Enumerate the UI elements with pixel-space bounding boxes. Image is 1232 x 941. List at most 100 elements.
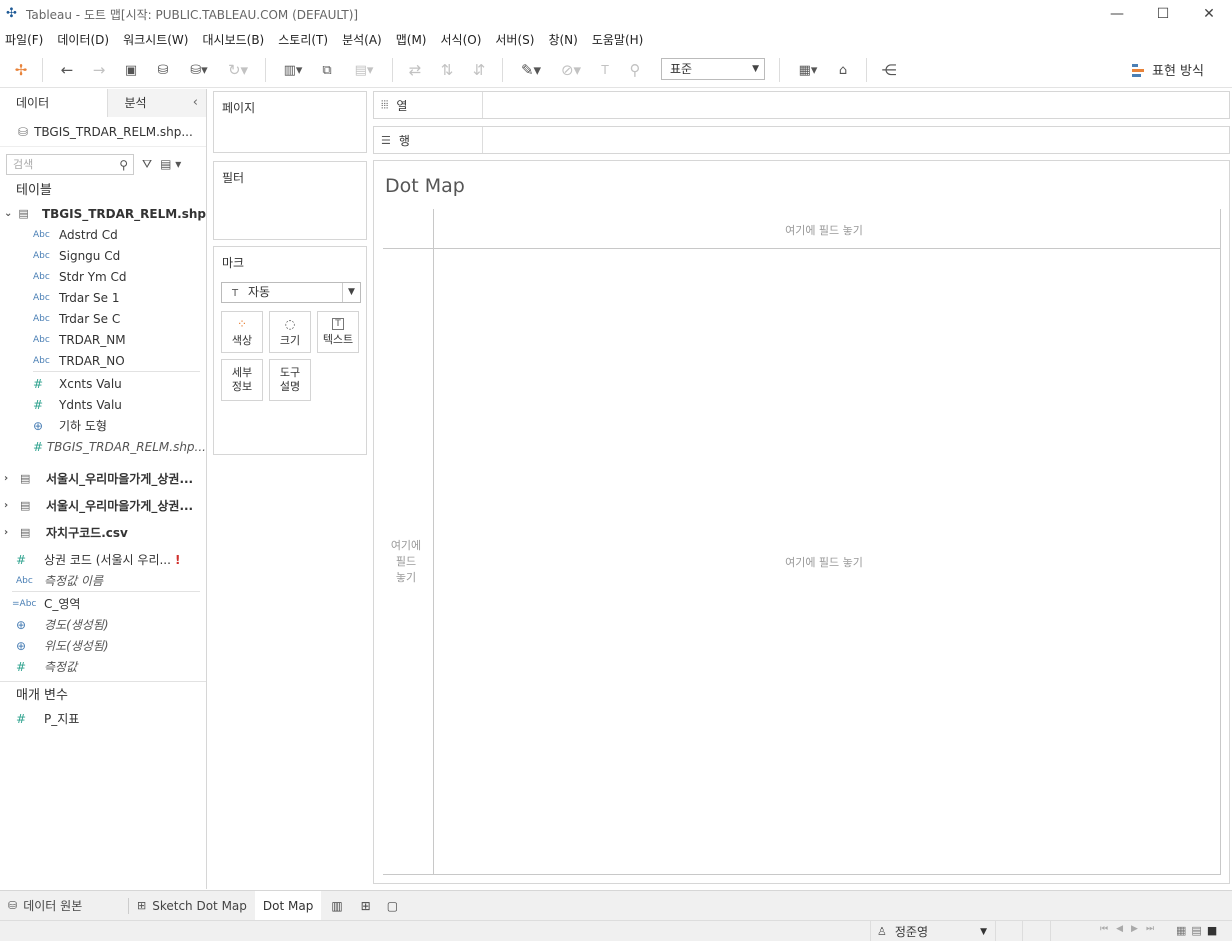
drop-zone-columns[interactable]: 여기에 필드 놓기 — [734, 222, 914, 238]
label-icon[interactable]: T — [594, 59, 616, 81]
size-button[interactable]: ◌ 크기 — [269, 311, 311, 353]
columns-shelf[interactable]: ⦙⦙⦙ 열 — [373, 91, 1230, 119]
tabs-view-icon[interactable]: ■ — [1207, 924, 1217, 937]
menu-help[interactable]: 도움말(H) — [587, 31, 653, 48]
table-main[interactable]: ⌄ ▤ TBGIS_TRDAR_RELM.shp — [0, 203, 206, 224]
tooltip-button[interactable]: 도구 설명 — [269, 359, 311, 401]
close-button[interactable]: ✕ — [1186, 0, 1232, 28]
field-item[interactable]: Abc 측정값 이름 — [0, 570, 206, 591]
pause-updates-icon[interactable]: ⛁▾ — [184, 59, 214, 81]
clear-sheet-icon[interactable]: ▤▾ — [346, 59, 382, 81]
chevron-right-icon[interactable]: › — [4, 527, 14, 538]
pages-card[interactable]: 페이지 — [213, 91, 367, 153]
menu-format[interactable]: 서식(O) — [436, 31, 491, 48]
highlight-icon[interactable]: ✎▾ — [514, 59, 548, 81]
grid-view-icon[interactable]: ▦ — [1176, 924, 1186, 937]
string-icon: Abc — [33, 271, 50, 282]
save-icon[interactable]: ▣ — [120, 59, 142, 81]
field-item[interactable]: Abc TRDAR_NM — [0, 329, 206, 350]
field-item[interactable]: Abc Trdar Se 1 — [0, 287, 206, 308]
field-item[interactable]: Abc Trdar Se C — [0, 308, 206, 329]
undo-icon[interactable]: ← — [56, 59, 78, 81]
table-item[interactable]: › ▤ 자치구코드.csv — [0, 519, 206, 546]
field-item[interactable]: # Xcnts Valu — [0, 373, 206, 394]
presentation-icon[interactable]: ⌂ — [832, 59, 854, 81]
filters-card[interactable]: 필터 — [213, 161, 367, 240]
pin-icon[interactable]: ⚲ — [624, 59, 646, 81]
menu-window[interactable]: 창(N) — [543, 31, 586, 48]
tab-analysis[interactable]: 분석 — [108, 89, 206, 117]
mark-type-select[interactable]: T 자동 ▼ — [221, 282, 361, 303]
chevron-right-icon[interactable]: › — [4, 473, 14, 484]
field-item[interactable]: Abc Stdr Ym Cd — [0, 266, 206, 287]
detail-button[interactable]: 세부 정보 — [221, 359, 263, 401]
tab-data[interactable]: 데이터 — [0, 89, 109, 117]
refresh-icon[interactable]: ↻▾ — [222, 59, 254, 81]
drop-zone-canvas[interactable]: 여기에 필드 놓기 — [734, 554, 914, 570]
swap-icon[interactable]: ⇄ — [404, 59, 426, 81]
prev-sheet-icon[interactable]: ◀ — [1116, 924, 1123, 934]
field-item[interactable]: # TBGIS_TRDAR_RELM.shp... — [0, 436, 206, 457]
last-sheet-icon[interactable]: ⏭ — [1146, 924, 1154, 934]
show-me-button[interactable]: 표현 방식 — [1132, 60, 1204, 79]
field-item[interactable]: Abc Signgu Cd — [0, 245, 206, 266]
menu-story[interactable]: 스토리(T) — [273, 31, 337, 48]
field-item[interactable]: ⊕ 위도(생성됨) — [0, 635, 206, 656]
group-icon[interactable]: ⊘▾ — [554, 59, 588, 81]
fit-select[interactable]: 표준 ▼ — [661, 58, 765, 80]
view-options-icon[interactable]: ▤ ▾ — [160, 157, 181, 171]
filmstrip-view-icon[interactable]: ▤ — [1191, 924, 1201, 937]
sort-asc-icon[interactable]: ⇅ — [436, 59, 458, 81]
filter-icon[interactable]: ⛛ — [142, 157, 152, 172]
new-worksheet-icon[interactable]: ▥▾ — [276, 59, 310, 81]
field-item[interactable]: # 상권 코드 (서울시 우리... ! — [0, 549, 206, 570]
maximize-button[interactable]: ☐ — [1140, 0, 1186, 28]
tab-dot-map[interactable]: Dot Map — [254, 890, 322, 921]
new-dashboard-icon[interactable]: ⊞ — [353, 891, 379, 921]
new-datasource-icon[interactable]: ⛁ — [152, 59, 174, 81]
collapse-icon[interactable]: ‹ — [193, 95, 198, 110]
menu-data[interactable]: 데이터(D) — [52, 31, 118, 48]
columns-label: 열 — [396, 98, 408, 113]
menu-dashboard[interactable]: 대시보드(B) — [197, 31, 273, 48]
text-button[interactable]: T 텍스트 — [317, 311, 359, 353]
menu-worksheet[interactable]: 워크시트(W) — [118, 31, 197, 48]
duplicate-sheet-icon[interactable]: ⧉ — [316, 59, 338, 81]
new-story-icon[interactable]: ▢ — [379, 891, 406, 921]
field-item[interactable]: # 측정값 — [0, 656, 206, 677]
field-item[interactable]: =Abc C_영역 — [0, 593, 206, 614]
menu-analysis[interactable]: 분석(A) — [337, 31, 391, 48]
redo-icon[interactable]: → — [88, 59, 110, 81]
field-item[interactable]: Abc TRDAR_NO — [0, 350, 206, 371]
drop-zone-rows[interactable]: 여기에 필드 놓기 — [382, 538, 430, 586]
table-icon: ▤ — [18, 207, 29, 220]
tab-datasource[interactable]: ⛁ 데이터 원본 — [0, 891, 128, 921]
search-input[interactable]: 검색 ⚲ — [6, 153, 134, 175]
rows-shelf[interactable]: ☰ 행 — [373, 126, 1230, 154]
tab-sketch-dot-map[interactable]: ⊞ Sketch Dot Map — [129, 891, 255, 921]
menu-server[interactable]: 서버(S) — [490, 31, 543, 48]
tableau-start-icon[interactable]: ✢ — [10, 59, 32, 81]
chevron-down-icon[interactable]: ⌄ — [4, 208, 12, 219]
datasource-item[interactable]: ⛁ TBGIS_TRDAR_RELM.shp... — [0, 117, 206, 147]
show-cards-icon[interactable]: ▦▾ — [790, 59, 826, 81]
menu-map[interactable]: 맵(M) — [391, 31, 436, 48]
field-item[interactable]: ⊕ 기하 도형 — [0, 415, 206, 436]
field-item[interactable]: # Ydnts Valu — [0, 394, 206, 415]
table-item[interactable]: › ▤ 서울시_우리마을가게_상권... — [0, 465, 206, 492]
parameter-item[interactable]: # P_지표 — [0, 708, 206, 729]
first-sheet-icon[interactable]: ⏮ — [1100, 924, 1108, 934]
share-icon[interactable]: ⋲ — [878, 59, 900, 81]
new-worksheet-icon[interactable]: ▥ — [321, 891, 352, 921]
field-item[interactable]: Abc Adstrd Cd — [0, 224, 206, 245]
menu-file[interactable]: 파일(F) — [0, 31, 52, 48]
view-toggles: ▦ ▤ ■ — [1176, 924, 1222, 937]
color-button[interactable]: ⁘ 색상 — [221, 311, 263, 353]
sort-desc-icon[interactable]: ⇵ — [468, 59, 490, 81]
next-sheet-icon[interactable]: ▶ — [1131, 924, 1138, 934]
user-menu[interactable]: ♙ 정준영 ▼ — [870, 921, 996, 941]
table-item[interactable]: › ▤ 서울시_우리마을가게_상권... — [0, 492, 206, 519]
chevron-right-icon[interactable]: › — [4, 500, 14, 511]
field-item[interactable]: ⊕ 경도(생성됨) — [0, 614, 206, 635]
minimize-button[interactable]: — — [1094, 0, 1140, 28]
